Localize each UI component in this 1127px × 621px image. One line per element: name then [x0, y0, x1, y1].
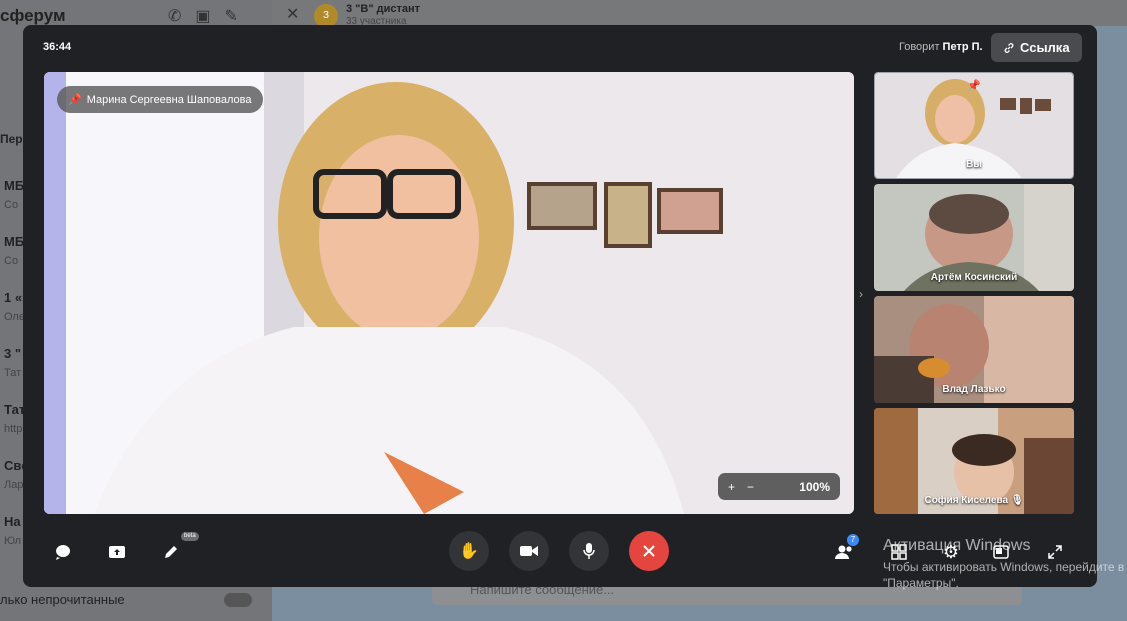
speaking-indicator: Говорит Петр П. [899, 41, 983, 53]
pin-icon: 📌 [68, 94, 82, 106]
zoom-value: 100% [799, 479, 830, 494]
link-button[interactable]: Ссылка [991, 33, 1082, 62]
participant-tile[interactable]: София Киселева 🎙 [874, 408, 1074, 514]
call-add-icon[interactable]: ✆ [168, 6, 181, 26]
zoom-in-button[interactable]: + [728, 480, 735, 494]
chat-button[interactable] [51, 540, 75, 564]
speaking-name: Петр П. [942, 41, 983, 53]
camera-button[interactable] [509, 531, 549, 571]
pinned-name-badge: 📌 Марина Сергеевна Шаповалова [57, 86, 263, 113]
link-icon [1004, 42, 1014, 53]
main-video-frame [44, 72, 854, 514]
zoom-controls: + − 100% [718, 473, 840, 500]
header-icons: ✆ ▣ ✎ [168, 6, 238, 26]
microphone-icon [583, 543, 595, 559]
participant-name: София Киселева 🎙 [924, 495, 1024, 506]
chat-header: ✕ З 3 "В" дистант 33 участника [272, 0, 1127, 28]
zoom-out-button[interactable]: − [747, 480, 754, 494]
people-icon [835, 545, 852, 559]
call-timer: 36:44 [43, 41, 72, 53]
raise-hand-button[interactable]: ✋ [449, 531, 489, 571]
share-screen-button[interactable] [105, 540, 129, 564]
camera-icon [520, 546, 538, 556]
draw-button[interactable] [159, 540, 183, 564]
hang-up-button[interactable] [629, 531, 669, 571]
share-screen-icon [109, 546, 125, 558]
participant-tile[interactable]: Влад Лазько [874, 296, 1074, 403]
unread-filter-label: лько непрочитанные [0, 592, 125, 607]
close-icon[interactable]: ✕ [286, 4, 299, 24]
participant-name: Вы [966, 159, 982, 170]
chat-title: 3 "В" дистант [346, 3, 421, 15]
archive-icon[interactable]: ▣ [195, 6, 210, 26]
activation-line-2: "Параметры". [883, 576, 959, 590]
pencil-icon [165, 546, 177, 558]
beta-badge: beta [181, 532, 199, 541]
microphone-button[interactable] [569, 531, 609, 571]
windows-activation-watermark: Активация Windows Чтобы активировать Win… [883, 537, 1124, 591]
video-call-window: 36:44 Говорит Петр П. Ссылка 📌 Марина Се… [23, 25, 1097, 587]
main-video[interactable]: 📌 Марина Сергеевна Шаповалова + − 100% [44, 72, 854, 514]
participant-name: Артём Косинский [930, 272, 1018, 283]
chat-bubble-icon [56, 545, 71, 560]
close-icon [643, 545, 655, 557]
chevron-right-icon[interactable]: › [859, 287, 863, 301]
compose-icon[interactable]: ✎ [225, 6, 238, 26]
activation-line-1: Чтобы активировать Windows, перейдите в [883, 560, 1125, 574]
hand-icon: ✋ [459, 543, 479, 560]
app-title: сферум [0, 6, 66, 25]
mic-muted-icon: 🎙 [1010, 495, 1024, 506]
activation-title: Активация Windows [883, 537, 1031, 554]
participant-name: Влад Лазько [942, 384, 1006, 395]
participant-tile-self[interactable]: 📌 Вы [874, 72, 1074, 179]
participant-tile[interactable]: Артём Косинский [874, 184, 1074, 291]
unread-toggle[interactable] [224, 593, 252, 607]
participants-button[interactable]: 7 [833, 534, 859, 564]
participants-count-badge: 7 [847, 534, 859, 546]
pin-icon: 📌 [967, 80, 981, 92]
